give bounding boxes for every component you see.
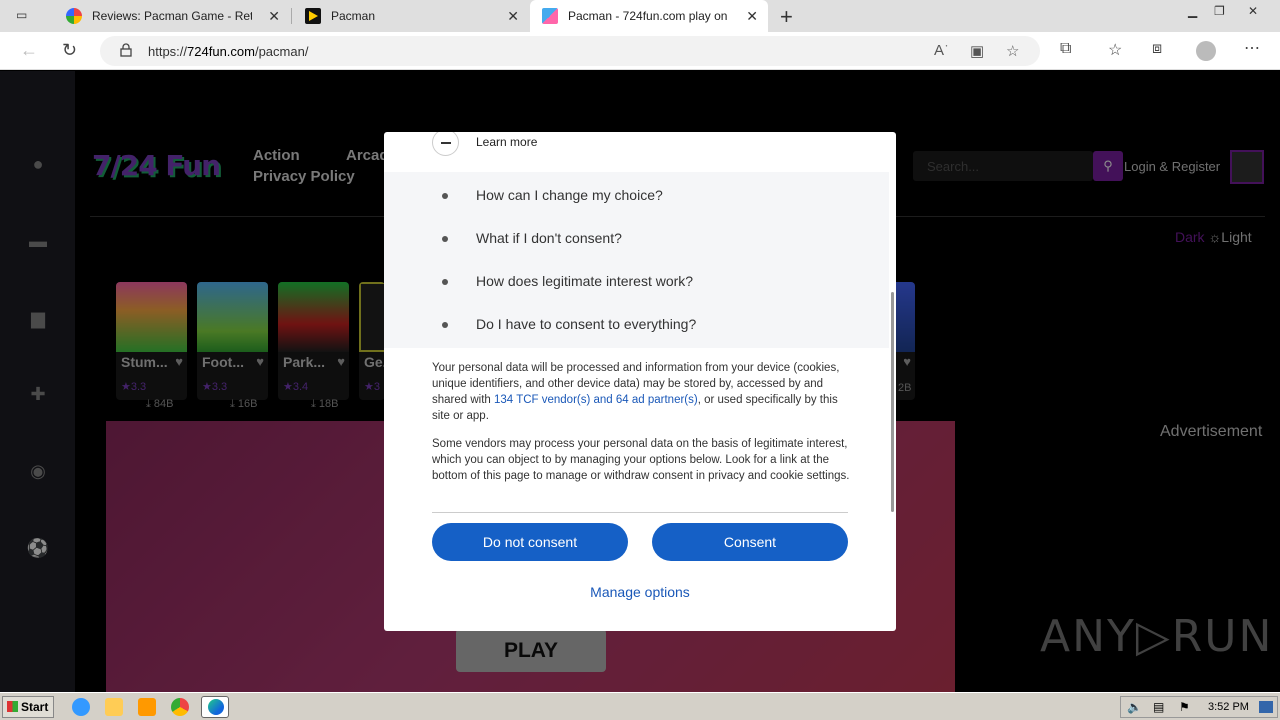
new-tab-button[interactable]: + [780,4,793,30]
tab-close-icon[interactable]: ✕ [507,8,519,25]
tab-724fun-active[interactable]: Pacman - 724fun.com play onli ✕ [530,0,768,32]
tab-label: Pacman [331,9,376,23]
url-field[interactable]: https://724fun.com/pacman/ A͘ ▣ ☆ [100,36,1040,66]
chrome-favicon-icon [66,8,82,24]
faq-item[interactable]: How can I change my choice? [476,187,663,203]
tab-close-icon[interactable]: ✕ [268,8,280,25]
faq-item[interactable]: Do I have to consent to everything? [476,316,696,332]
taskbar-clock: 3:52 PM [1208,701,1249,713]
read-aloud-icon[interactable]: A͘ [934,42,944,59]
ie-icon[interactable] [72,698,90,716]
chrome-icon[interactable] [171,698,189,716]
collections-icon[interactable]: ⧈ [1152,40,1162,58]
web-page: ● ▬ ▆ ✚ ◉ ⚽ 7/24 Fun Action Arcade Priva… [0,71,1280,692]
network-icon[interactable]: ▤ [1153,700,1164,714]
tab-label: Reviews: Pacman Game - Retro [92,9,252,23]
lock-icon [120,43,132,57]
edge-icon [208,699,224,715]
tab-reviews[interactable]: Reviews: Pacman Game - Retro ✕ [54,0,290,32]
learn-more-label: Learn more [476,135,538,149]
address-toolbar: ← ↻ https://724fun.com/pacman/ A͘ ▣ ☆ ⧉ … [0,32,1280,70]
learn-more-toggle[interactable]: Learn more [432,132,852,157]
tab-close-icon[interactable]: ✕ [746,8,758,25]
do-not-consent-button[interactable]: Do not consent [432,523,628,561]
724fun-favicon-icon [542,8,558,24]
more-menu-icon[interactable]: ⋯ [1244,38,1260,58]
tab-actions-icon[interactable]: ▭ [16,8,27,22]
faq-item[interactable]: How does legitimate interest work? [476,273,693,289]
tab-pacman[interactable]: Pacman ✕ [293,0,529,32]
faq-item[interactable]: What if I don't consent? [476,230,622,246]
minimize-icon[interactable]: ▁ [1188,4,1197,18]
edge-taskbar-button[interactable] [201,696,229,718]
refresh-icon[interactable]: ↻ [62,40,77,61]
collapse-minus-icon[interactable] [432,132,459,156]
media-player-icon[interactable] [138,698,156,716]
add-favorite-icon[interactable]: ☆ [1006,42,1019,60]
start-button[interactable]: Start [2,696,54,718]
tab-separator [291,8,292,24]
dialog-scrollbar[interactable] [891,292,894,512]
flag-icon[interactable]: ⚑ [1179,700,1190,714]
system-tray: 🔈 ▤ ⚑ [1120,696,1278,718]
manage-options-link[interactable]: Manage options [384,584,896,600]
consent-button[interactable]: Consent [652,523,848,561]
bullet [442,322,448,328]
faq-list: How can I change my choice? What if I do… [384,172,889,348]
bullet [442,236,448,242]
consent-dialog: Learn more How can I change my choice? W… [384,132,896,631]
tab-label: Pacman - 724fun.com play onli [568,9,728,23]
windows-taskbar: Start 🔈 ▤ ⚑ 3:52 PM [0,692,1280,720]
restore-icon[interactable]: ❐ [1214,4,1225,18]
notification-icon[interactable] [1259,701,1273,713]
bullet [442,193,448,199]
dialog-divider [432,512,848,513]
favorites-icon[interactable]: ☆ [1108,40,1122,60]
extensions-icon[interactable]: ⧉ [1060,40,1071,58]
legitimate-interest-paragraph: Some vendors may process your personal d… [432,438,850,482]
pacman-favicon-icon [305,8,321,24]
window-close-icon[interactable]: ✕ [1248,4,1258,18]
vendors-link[interactable]: 134 TCF vendor(s) and 64 ad partner(s) [494,394,698,406]
volume-icon[interactable]: 🔈 [1127,700,1142,714]
data-processing-paragraph: Your personal data will be processed and… [432,362,840,422]
back-arrow-icon[interactable]: ← [20,40,38,61]
url-text: https://724fun.com/pacman/ [148,44,309,59]
profile-avatar[interactable] [1196,41,1216,61]
browser-tab-bar: ▭ Reviews: Pacman Game - Retro ✕ Pacman … [0,0,1280,32]
immersive-reader-icon[interactable]: ▣ [970,42,984,60]
bullet [442,279,448,285]
folder-icon[interactable] [105,698,123,716]
